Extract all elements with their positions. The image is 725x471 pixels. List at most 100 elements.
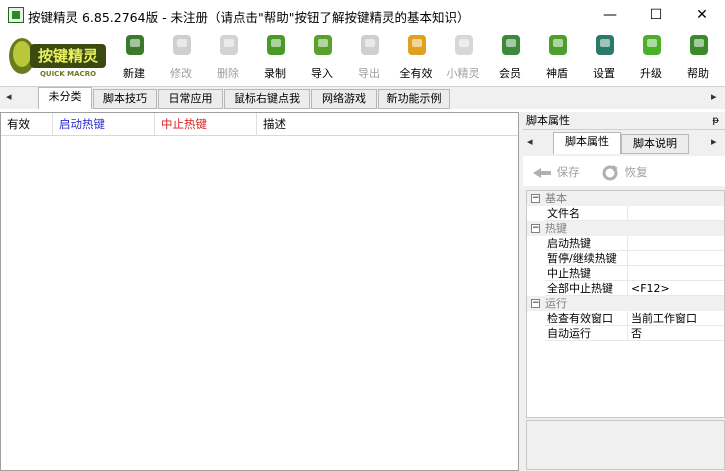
maximize-button[interactable]: ☐ <box>633 0 679 30</box>
toolbar-button-label: 全有效 <box>399 67 433 80</box>
toolbar-button-label: 录制 <box>264 67 286 80</box>
column-label: 描述 <box>263 117 286 131</box>
property-value[interactable] <box>628 206 724 221</box>
close-button[interactable]: ✕ <box>679 0 725 30</box>
property-row[interactable]: 启动热键 <box>527 236 724 251</box>
tab-1[interactable]: 未分类 <box>38 87 92 109</box>
property-row[interactable]: 检查有效窗口 当前工作窗口 <box>527 311 724 326</box>
column-header-stop-hotkey[interactable]: 中止热键 <box>155 113 257 135</box>
logo-text: 按键精灵 <box>38 47 99 65</box>
category-name: 基本 <box>545 192 567 205</box>
property-value[interactable]: <F12> <box>628 281 724 296</box>
help-icon <box>690 35 708 55</box>
toolbar-button-label: 导入 <box>311 67 333 80</box>
toolbar-button-label: 神盾 <box>546 67 568 80</box>
column-header-start-hotkey[interactable]: 启动热键 <box>53 113 155 135</box>
tab-script-description[interactable]: 脚本说明 <box>621 134 689 154</box>
property-category[interactable]: − 热键 <box>527 221 724 236</box>
pin-icon[interactable]: ᵽ <box>712 112 719 130</box>
toolbar-button-12[interactable]: 升级 <box>629 30 673 84</box>
property-value[interactable]: 当前工作窗口 <box>628 311 724 326</box>
edit-icon <box>173 35 191 55</box>
toolbar-button-label: 设置 <box>593 67 615 80</box>
panel-tab-left-icon[interactable]: ◂ <box>527 135 533 148</box>
toolbar-button-2[interactable]: 修改 <box>159 30 203 84</box>
property-category[interactable]: − 基本 <box>527 191 724 206</box>
script-category-tabs: ◂ 未分类 脚本技巧 日常应用 鼠标右键点我 网络游戏 新功能示例 ▸ <box>0 86 725 109</box>
collapse-icon[interactable]: − <box>531 299 540 308</box>
property-row[interactable]: 全部中止热键 <F12> <box>527 281 724 296</box>
save-label: 保存 <box>556 165 580 179</box>
shield-icon <box>549 35 567 55</box>
save-button[interactable]: 保存 <box>531 162 580 182</box>
toolbar-button-11[interactable]: 设置 <box>582 30 626 84</box>
toolbar-button-8[interactable]: 小精灵 <box>441 30 485 84</box>
toolbar-button-label: 小精灵 <box>446 67 480 80</box>
toolbar-button-4[interactable]: 录制 <box>253 30 297 84</box>
main-toolbar: 按键精灵 QUICK MACRO 新建 修改 删除 录制 导入 导出 全有效 小精灵 会员 神盾 设… <box>0 30 725 84</box>
toolbar-button-5[interactable]: 导入 <box>300 30 344 84</box>
window-title: 按键精灵 6.85.2764版 - 未注册（请点击"帮助"按钮了解按键精灵的基本… <box>28 10 470 25</box>
toolbar-button-1[interactable]: 新建 <box>112 30 156 84</box>
tab-scroll-left-icon[interactable]: ◂ <box>6 90 12 103</box>
property-row[interactable]: 暂停/继续热键 <box>527 251 724 266</box>
tab-5[interactable]: 网络游戏 <box>311 89 377 109</box>
property-value[interactable] <box>628 266 724 281</box>
column-label: 启动热键 <box>59 117 105 131</box>
toolbar-button-13[interactable]: 帮助 <box>676 30 720 84</box>
toolbar-button-label: 删除 <box>217 67 239 80</box>
tab-4[interactable]: 鼠标右键点我 <box>224 89 310 109</box>
property-key: 中止热键 <box>545 266 628 281</box>
property-key: 自动运行 <box>545 326 628 341</box>
tab-script-properties[interactable]: 脚本属性 <box>553 132 621 154</box>
toolbar-button-6[interactable]: 导出 <box>347 30 391 84</box>
upgrade-icon <box>643 35 661 55</box>
property-row[interactable]: 自动运行否 <box>527 326 724 341</box>
property-key: 全部中止热键 <box>545 281 628 296</box>
panel-tab-right-icon[interactable]: ▸ <box>711 135 717 148</box>
restore-label: 恢复 <box>624 165 648 179</box>
tab-6[interactable]: 新功能示例 <box>378 89 450 109</box>
script-properties-panel: 脚本属性 ᵽ ◂ 脚本属性 脚本说明 ▸ 保存 恢复 − 基本 文件名 − 热键 启动热键… <box>523 112 725 471</box>
property-row[interactable]: 文件名 <box>527 206 724 221</box>
tab-2[interactable]: 脚本技巧 <box>93 89 157 109</box>
toolbar-button-label: 升级 <box>640 67 662 80</box>
app-icon <box>8 7 24 23</box>
property-value[interactable]: 否 <box>628 326 724 341</box>
all-valid-icon <box>408 35 426 55</box>
title-bar: 按键精灵 6.85.2764版 - 未注册（请点击"帮助"按钮了解按键精灵的基本… <box>0 0 725 30</box>
property-grid[interactable]: − 基本 文件名 − 热键 启动热键 暂停/继续热键 中止热键 全部中止热键 <F12> − 运行 检查… <box>526 190 725 418</box>
property-value[interactable] <box>628 251 724 266</box>
minimize-button[interactable]: — <box>587 0 633 30</box>
toolbar-button-3[interactable]: 删除 <box>206 30 250 84</box>
column-label: 有效 <box>7 117 30 131</box>
property-key: 文件名 <box>545 206 628 221</box>
property-category[interactable]: − 运行 <box>527 296 724 311</box>
column-header-enabled[interactable]: 有效 <box>1 113 53 135</box>
toolbar-button-7[interactable]: 全有效 <box>394 30 438 84</box>
column-header-description[interactable]: 描述 <box>257 113 518 135</box>
category-name: 热键 <box>545 222 567 235</box>
toolbar-button-9[interactable]: 会员 <box>488 30 532 84</box>
record-camera-icon <box>267 35 285 55</box>
panel-tabs: ◂ 脚本属性 脚本说明 ▸ <box>523 132 725 154</box>
property-value[interactable] <box>628 236 724 251</box>
restore-button[interactable]: 恢复 <box>599 162 648 182</box>
script-list[interactable]: 有效 启动热键 中止热键 描述 <box>0 112 519 471</box>
logo-subtext: QUICK MACRO <box>40 70 96 78</box>
toolbar-button-10[interactable]: 神盾 <box>535 30 579 84</box>
trash-icon <box>220 35 238 55</box>
sprite-icon <box>455 35 473 55</box>
category-name: 运行 <box>545 297 567 310</box>
tab-3[interactable]: 日常应用 <box>158 89 223 109</box>
property-row[interactable]: 中止热键 <box>527 266 724 281</box>
tab-scroll-right-icon[interactable]: ▸ <box>711 90 717 103</box>
collapse-icon[interactable]: − <box>531 224 540 233</box>
quick-macro-logo: 按键精灵 QUICK MACRO <box>6 32 109 80</box>
new-script-icon <box>126 35 144 55</box>
property-description-box <box>526 420 725 470</box>
column-label: 中止热键 <box>161 117 207 131</box>
panel-title-text: 脚本属性 <box>526 114 570 127</box>
collapse-icon[interactable]: − <box>531 194 540 203</box>
restore-icon <box>602 164 618 180</box>
